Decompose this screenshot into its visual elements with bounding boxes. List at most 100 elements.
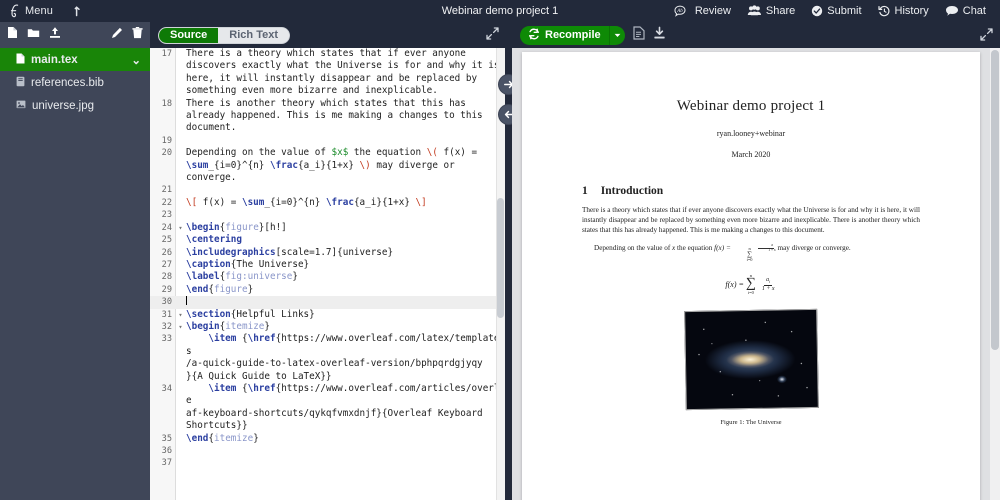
new-folder-icon[interactable]	[27, 26, 40, 44]
line-number: 37	[161, 458, 172, 469]
pdf-section-title: Introduction	[600, 185, 664, 197]
new-file-icon[interactable]	[7, 26, 18, 44]
menu-button[interactable]: Menu	[0, 0, 62, 22]
pdf-p2-fn: f(x) =	[714, 244, 731, 252]
topbar-actions: Ab Review Share Submit History Chat	[666, 0, 994, 22]
pdf-p2-mid: the equation	[677, 244, 713, 252]
code-line[interactable]: 32 ▾ \begin{itemize}	[150, 321, 505, 333]
code-line-content: \centering	[186, 234, 242, 246]
code-line-content: \label{fig:universe}	[186, 271, 298, 283]
line-number	[150, 172, 176, 184]
code-editor-area[interactable]: 17 There is a theory which states that if…	[150, 48, 505, 500]
review-ab-icon: Ab	[674, 5, 691, 17]
code-line[interactable]: 34 \item {\href{https://www.overleaf.com…	[150, 383, 505, 408]
fold-toggle-icon[interactable]: ▾	[177, 309, 184, 321]
expand-diagonal-icon[interactable]	[486, 27, 499, 45]
file-item-main-tex[interactable]: main.tex ⌄	[0, 48, 150, 71]
caret-down-icon[interactable]	[608, 25, 625, 45]
panel-divider[interactable]	[499, 22, 518, 500]
submit-button[interactable]: Submit	[803, 0, 869, 22]
delete-trash-icon[interactable]	[132, 26, 143, 44]
code-line[interactable]: discovers exactly what the Universe is f…	[150, 60, 505, 72]
chat-button[interactable]: Chat	[937, 0, 994, 22]
fold-toggle-icon[interactable]: ▾	[177, 321, 184, 333]
code-line-content	[176, 296, 505, 309]
upload-icon[interactable]	[49, 26, 61, 44]
code-line[interactable]: }{A Quick Guide to LaTeX}}	[150, 371, 505, 383]
pdf-toolbar: Recompile	[512, 22, 1000, 48]
submit-label: Submit	[827, 5, 862, 17]
file-item-references-bib[interactable]: references.bib	[0, 71, 150, 94]
code-line[interactable]: 19	[150, 135, 505, 147]
code-line[interactable]: here, it will instantly disappear and be…	[150, 73, 505, 85]
chevron-down-icon[interactable]: ⌄	[131, 53, 141, 67]
chat-bubble-icon	[945, 5, 959, 17]
pdf-date: March 2020	[731, 150, 771, 159]
code-line-content: /a-quick-guide-to-latex-overleaf-version…	[186, 358, 483, 370]
code-line-content: \caption{The Universe}	[186, 258, 310, 270]
code-line[interactable]: 18 There is another theory which states t…	[150, 98, 505, 110]
history-label: History	[894, 5, 929, 17]
code-line[interactable]: 36	[150, 445, 505, 457]
code-line[interactable]: 21	[150, 184, 505, 196]
file-tree-panel: main.tex ⌄ references.bib universe.jpg	[0, 22, 150, 500]
rename-pencil-icon[interactable]	[111, 26, 123, 44]
code-line[interactable]: Shortcuts}}	[150, 420, 505, 432]
history-button[interactable]: History	[870, 0, 937, 22]
code-line[interactable]: 20 Depending on the value of $x$ the equa…	[150, 147, 505, 159]
code-line[interactable]: 17 There is a theory which states that if…	[150, 48, 505, 60]
code-line[interactable]: 27 \caption{The Universe}	[150, 259, 505, 271]
code-line[interactable]: document.	[150, 122, 505, 134]
pdf-scrollbar-thumb[interactable]	[991, 50, 999, 350]
download-icon[interactable]	[653, 26, 666, 45]
share-button[interactable]: Share	[739, 0, 803, 22]
code-line[interactable]: \sum_{i=0}^{n} \frac{a_i}{1+x} \) may di…	[150, 160, 505, 172]
code-line[interactable]: converge.	[150, 172, 505, 184]
pdf-paragraph-2: Depending on the value of x the equation…	[582, 243, 920, 263]
pdf-author: ryan.looney+webinar	[716, 129, 786, 138]
code-line[interactable]: 35 \end{itemize}	[150, 433, 505, 445]
code-line-content: Depending on the value of $x$ the equati…	[186, 147, 478, 159]
code-line[interactable]: 26 \includegraphics[scale=1.7]{universe}	[150, 247, 505, 259]
code-line[interactable]: 29 \end{figure}	[150, 284, 505, 296]
code-line-content: here, it will instantly disappear and be…	[186, 72, 478, 84]
code-line[interactable]: /a-quick-guide-to-latex-overleaf-version…	[150, 358, 505, 370]
file-item-universe-jpg[interactable]: universe.jpg	[0, 94, 150, 117]
file-name: main.tex	[31, 53, 78, 66]
expand-diagonal-icon[interactable]	[980, 28, 993, 46]
code-line-content	[176, 135, 505, 147]
code-line-content: \section{Helpful Links}	[186, 308, 315, 320]
code-line[interactable]: 28 \label{fig:universe}	[150, 271, 505, 283]
pdf-viewport[interactable]: Webinar demo project 1 ryan.looney+webin…	[512, 48, 1000, 500]
fraction-numerator: ai	[764, 276, 773, 286]
code-line[interactable]: something even more bizarre and inexplic…	[150, 85, 505, 97]
code-line[interactable]: 30	[150, 296, 505, 309]
code-line[interactable]: 37	[150, 457, 505, 469]
tab-source[interactable]: Source	[159, 27, 219, 43]
view-pdf-icon[interactable]	[633, 25, 645, 45]
line-number: 36	[161, 446, 172, 456]
fold-toggle-icon[interactable]: ▾	[177, 222, 184, 234]
code-line[interactable]: 31 ▾ \section{Helpful Links}	[150, 309, 505, 321]
code-line[interactable]: af-keyboard-shortcuts/qykqfvmxdnjf}{Over…	[150, 408, 505, 420]
source-richtext-toggle[interactable]: Source Rich Text	[158, 26, 290, 44]
recompile-main[interactable]: Recompile	[520, 28, 609, 43]
line-number	[150, 73, 176, 85]
recompile-button[interactable]: Recompile	[520, 25, 625, 45]
code-line[interactable]: 25 \centering	[150, 234, 505, 246]
code-line-content: already happened. This is me making a ch…	[186, 110, 483, 122]
code-line[interactable]: 33 \item {\href{https://www.overleaf.com…	[150, 333, 505, 358]
file-list: main.tex ⌄ references.bib universe.jpg	[0, 48, 150, 117]
editor-scrollbar-thumb[interactable]	[497, 198, 504, 318]
code-line[interactable]: 23	[150, 209, 505, 221]
tab-rich-text[interactable]: Rich Text	[218, 27, 289, 43]
pdf-section-heading: 1 Introduction	[582, 185, 920, 197]
code-line[interactable]: 22 \[ f(x) = \sum_{i=0}^{n} \frac{a_i}{1+…	[150, 197, 505, 209]
back-to-projects-icon[interactable]	[62, 0, 92, 22]
top-navigation-bar: Menu Webinar demo project 1 Ab Review Sh…	[0, 0, 1000, 22]
code-line[interactable]: already happened. This is me making a ch…	[150, 110, 505, 122]
code-line[interactable]: 24 ▾ \begin{figure}[h!]	[150, 222, 505, 234]
review-button[interactable]: Ab Review	[666, 0, 739, 22]
equation-lhs: f(x) =	[725, 280, 744, 290]
pdf-scrollbar[interactable]	[990, 48, 1000, 500]
